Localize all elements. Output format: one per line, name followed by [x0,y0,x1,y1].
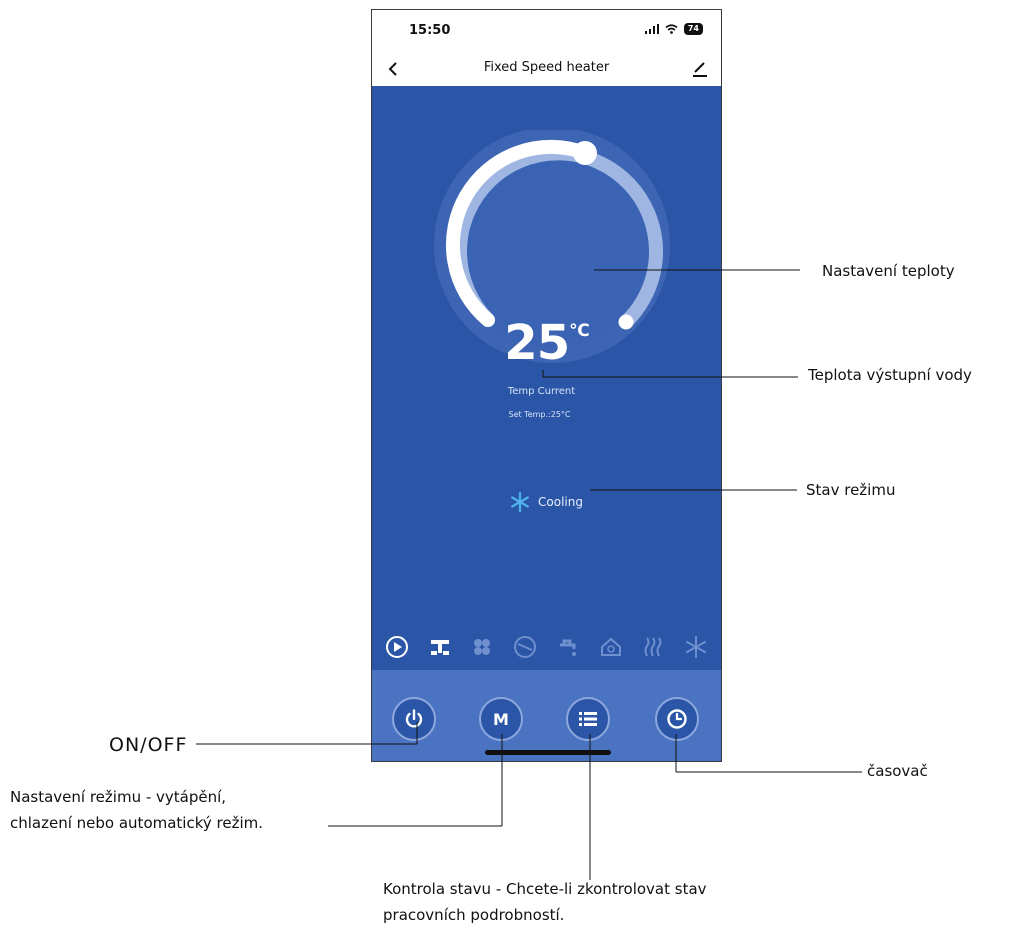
annotation-outlet-temp: Teplota výstupní vody [808,366,972,384]
annotation-mode-setting-line2: chlazení nebo automatický režim. [10,814,264,832]
annotation-on-off: ON/OFF [109,734,188,756]
annotation-status-check-line2: pracovních podrobností. [383,906,565,924]
annotation-temp-setting: Nastavení teploty [822,262,955,280]
annotation-timer: časovač [867,762,928,780]
annotation-mode-state: Stav režimu [806,481,896,499]
annotation-status-check-line1: Kontrola stavu - Chcete-li zkontrolovat … [383,880,707,898]
annotation-mode-setting-line1: Nastavení režimu - vytápění, [10,788,227,806]
